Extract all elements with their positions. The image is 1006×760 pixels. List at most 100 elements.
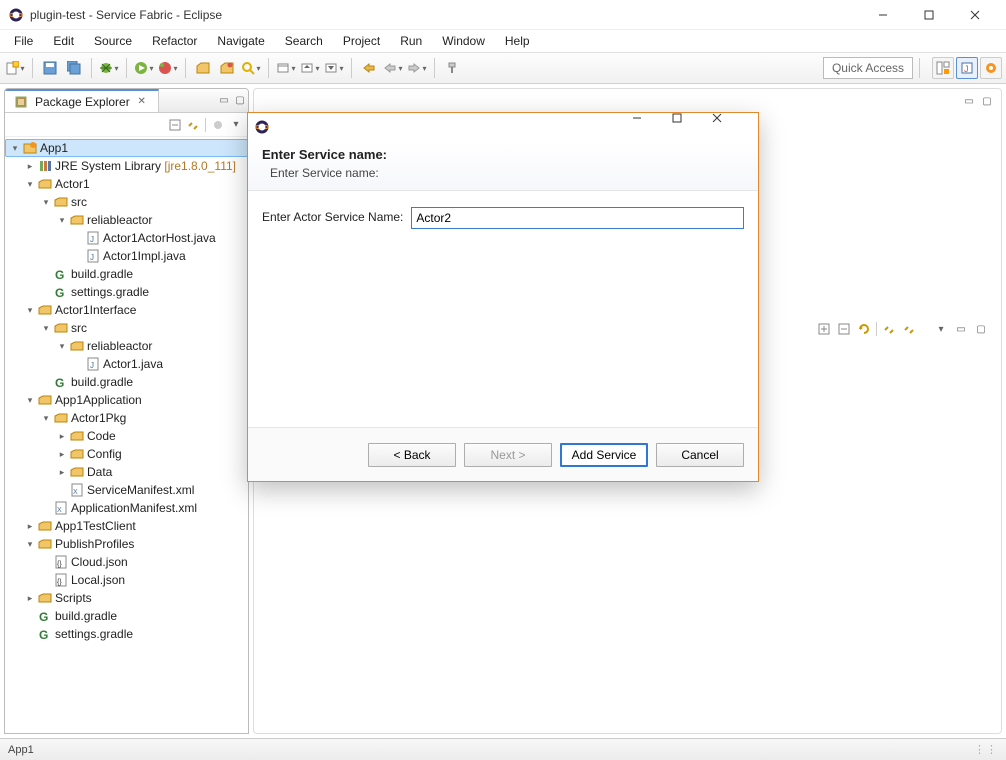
menu-source[interactable]: Source — [84, 32, 142, 50]
chevron-down-icon[interactable]: ▾ — [8, 143, 22, 154]
tree-file-rootbuild[interactable]: G build.gradle — [5, 607, 248, 625]
next-annotation-button[interactable]: ▾ — [323, 57, 345, 79]
expand-all-button[interactable] — [816, 321, 832, 337]
view-menu-button[interactable]: ▾ — [228, 117, 244, 133]
tree-actor1-reliableactor[interactable]: ▾ reliableactor — [5, 211, 248, 229]
quick-access-box[interactable]: Quick Access — [823, 57, 913, 79]
tree-file-actor1java[interactable]: J Actor1.java — [5, 355, 248, 373]
aux-maximize-button[interactable]: ▢ — [973, 321, 989, 337]
menu-search[interactable]: Search — [275, 32, 333, 50]
open-type-button[interactable] — [192, 57, 214, 79]
tree-jre[interactable]: ▸ JRE System Library [jre1.8.0_111] — [5, 157, 248, 175]
tree-testclient[interactable]: ▸ App1TestClient — [5, 517, 248, 535]
menu-file[interactable]: File — [4, 32, 43, 50]
chevron-right-icon[interactable]: ▸ — [23, 593, 37, 604]
tree-file-actor1impl[interactable]: J Actor1Impl.java — [5, 247, 248, 265]
service-name-input[interactable] — [411, 207, 744, 229]
tree-file-settingsgradle[interactable]: G settings.gradle — [5, 283, 248, 301]
tree-actor1interface[interactable]: ▾ Actor1Interface — [5, 301, 248, 319]
coverage-button[interactable]: ▾ — [157, 57, 179, 79]
run-button[interactable]: ▾ — [133, 57, 155, 79]
editor-maximize-button[interactable]: ▢ — [979, 93, 995, 109]
toggle-mark-button[interactable]: ▾ — [275, 57, 297, 79]
tree-actor1-src[interactable]: ▾ src — [5, 193, 248, 211]
open-perspective-button[interactable] — [932, 57, 954, 79]
menu-help[interactable]: Help — [495, 32, 540, 50]
collapse-all-button[interactable] — [167, 117, 183, 133]
filter-button[interactable] — [901, 321, 917, 337]
menu-navigate[interactable]: Navigate — [207, 32, 274, 50]
dialog-maximize-button[interactable] — [672, 113, 712, 141]
sf-perspective-button[interactable] — [980, 57, 1002, 79]
tree-actor1if-src[interactable]: ▾ src — [5, 319, 248, 337]
menu-run[interactable]: Run — [390, 32, 432, 50]
focus-task-button[interactable] — [210, 117, 226, 133]
chevron-right-icon[interactable]: ▸ — [55, 449, 69, 460]
view-menu-button[interactable]: ▾ — [933, 321, 949, 337]
chevron-down-icon[interactable]: ▾ — [23, 305, 37, 316]
back-button[interactable]: < Back — [368, 443, 456, 467]
prev-annotation-button[interactable]: ▾ — [299, 57, 321, 79]
chevron-right-icon[interactable]: ▸ — [23, 521, 37, 532]
tree-file-buildgradle[interactable]: G build.gradle — [5, 265, 248, 283]
tree-data[interactable]: ▸ Data — [5, 463, 248, 481]
chevron-down-icon[interactable]: ▾ — [23, 179, 37, 190]
package-explorer-tab[interactable]: Package Explorer ✕ — [5, 89, 159, 112]
pin-button[interactable] — [441, 57, 463, 79]
chevron-right-icon[interactable]: ▸ — [23, 161, 37, 172]
close-view-icon[interactable]: ✕ — [134, 94, 150, 110]
chevron-right-icon[interactable]: ▸ — [55, 467, 69, 478]
maximize-button[interactable] — [906, 0, 952, 30]
menu-edit[interactable]: Edit — [43, 32, 84, 50]
package-explorer-tree[interactable]: ▾ App1 ▸ JRE System Library [jre1.8.0_11… — [5, 137, 248, 733]
new-button[interactable]: ▾ — [4, 57, 26, 79]
chevron-down-icon[interactable]: ▾ — [39, 413, 53, 424]
tree-file-localjson[interactable]: {} Local.json — [5, 571, 248, 589]
link-editor-button[interactable] — [185, 117, 201, 133]
chevron-down-icon[interactable]: ▾ — [23, 539, 37, 550]
chevron-down-icon[interactable]: ▾ — [55, 215, 69, 226]
java-perspective-button[interactable]: J — [956, 57, 978, 79]
open-task-button[interactable] — [216, 57, 238, 79]
chevron-down-icon[interactable]: ▾ — [23, 395, 37, 406]
aux-minimize-button[interactable]: ▭ — [953, 321, 969, 337]
tree-root-app1[interactable]: ▾ App1 — [5, 139, 248, 157]
minimize-view-button[interactable]: ▭ — [216, 93, 232, 109]
debug-button[interactable]: ▾ — [98, 57, 120, 79]
tree-file-rootsettings[interactable]: G settings.gradle — [5, 625, 248, 643]
save-all-button[interactable] — [63, 57, 85, 79]
chevron-down-icon[interactable]: ▾ — [55, 341, 69, 352]
chevron-right-icon[interactable]: ▸ — [55, 431, 69, 442]
tree-scripts[interactable]: ▸ Scripts — [5, 589, 248, 607]
dialog-close-button[interactable] — [712, 113, 752, 141]
link-button[interactable] — [881, 321, 897, 337]
maximize-view-button[interactable]: ▢ — [232, 93, 248, 109]
tree-file-appmanifest[interactable]: X ApplicationManifest.xml — [5, 499, 248, 517]
back-history-button[interactable]: ▾ — [382, 57, 404, 79]
tree-file-cloudjson[interactable]: {} Cloud.json — [5, 553, 248, 571]
chevron-down-icon[interactable]: ▾ — [39, 197, 53, 208]
save-button[interactable] — [39, 57, 61, 79]
tree-config[interactable]: ▸ Config — [5, 445, 248, 463]
editor-minimize-button[interactable]: ▭ — [961, 93, 977, 109]
forward-history-button[interactable]: ▾ — [406, 57, 428, 79]
dialog-minimize-button[interactable] — [632, 113, 672, 141]
tree-file-actor1host[interactable]: J Actor1ActorHost.java — [5, 229, 248, 247]
minimize-button[interactable] — [860, 0, 906, 30]
tree-file-svcmanifest[interactable]: X ServiceManifest.xml — [5, 481, 248, 499]
cancel-button[interactable]: Cancel — [656, 443, 744, 467]
chevron-down-icon[interactable]: ▾ — [39, 323, 53, 334]
search-button[interactable]: ▾ — [240, 57, 262, 79]
tree-actor1[interactable]: ▾ Actor1 — [5, 175, 248, 193]
close-button[interactable] — [952, 0, 998, 30]
tree-app1application[interactable]: ▾ App1Application — [5, 391, 248, 409]
menu-refactor[interactable]: Refactor — [142, 32, 207, 50]
tree-actor1pkg[interactable]: ▾ Actor1Pkg — [5, 409, 248, 427]
menu-project[interactable]: Project — [333, 32, 390, 50]
tree-publishprofiles[interactable]: ▾ PublishProfiles — [5, 535, 248, 553]
tree-file-ifbuild[interactable]: G build.gradle — [5, 373, 248, 391]
collapse-all-button[interactable] — [836, 321, 852, 337]
add-service-button[interactable]: Add Service — [560, 443, 648, 467]
refresh-button[interactable] — [856, 321, 872, 337]
tree-code[interactable]: ▸ Code — [5, 427, 248, 445]
